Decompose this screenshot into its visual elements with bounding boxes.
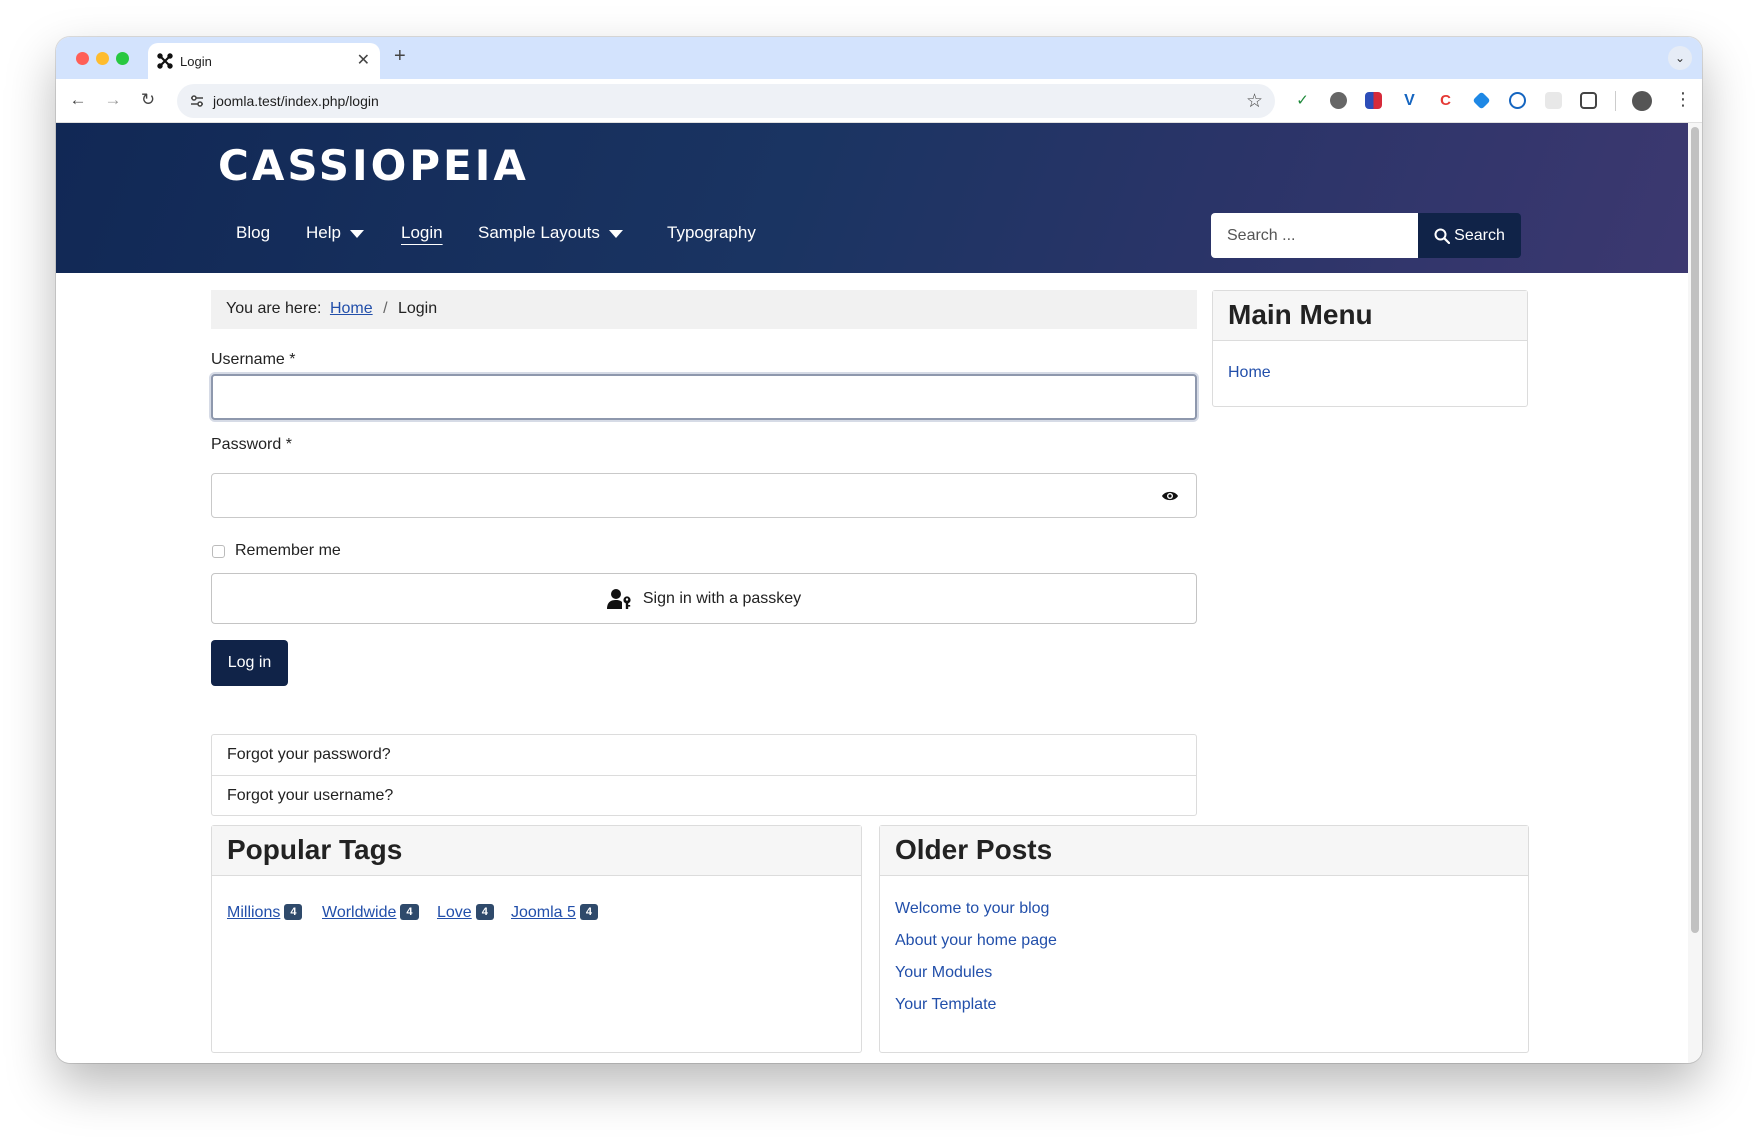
- popular-tags-card: Popular Tags Millions 4 Worldwide 4 Love 4 …: [211, 825, 862, 1053]
- tab-search-chevron-icon[interactable]: ⌄: [1668, 46, 1692, 70]
- nav-item-login[interactable]: Login: [401, 223, 443, 243]
- password-field[interactable]: [211, 473, 1144, 518]
- extension-check-icon[interactable]: [1330, 92, 1347, 109]
- browser-toolbar: ← → ↻ joomla.test/index.php/login ☆ ✓ V …: [56, 79, 1702, 123]
- site-header: CASSIOPEIA Blog Help Login Sample Layout…: [56, 123, 1688, 273]
- breadcrumb: You are here: Home / Login: [211, 290, 1197, 329]
- nav-item-help[interactable]: Help: [306, 223, 364, 243]
- extension-password-icon[interactable]: [1509, 92, 1526, 109]
- log-in-button-label: Log in: [227, 654, 272, 671]
- username-label: Username *: [211, 351, 296, 368]
- login-help-links: Forgot your password? Forgot your userna…: [211, 734, 1197, 816]
- tag-item[interactable]: Worldwide 4: [322, 904, 419, 922]
- site-info-icon[interactable]: [189, 93, 205, 109]
- chevron-down-icon: [349, 229, 364, 238]
- nav-item-typography[interactable]: Typography: [667, 223, 756, 243]
- bookmark-star-icon[interactable]: ☆: [1246, 90, 1263, 113]
- extension-grid-icon[interactable]: [1365, 92, 1382, 109]
- remember-me-label[interactable]: Remember me: [235, 542, 341, 560]
- tag-item[interactable]: Millions 4: [227, 904, 303, 922]
- passkey-button-label: Sign in with a passkey: [642, 589, 802, 607]
- search-icon: [1434, 228, 1451, 244]
- tag-count-badge: 4: [579, 904, 599, 920]
- forgot-password-link[interactable]: Forgot your password?: [212, 735, 1196, 775]
- scrollbar-thumb[interactable]: [1691, 127, 1699, 933]
- tag-item[interactable]: Joomla 54: [511, 904, 599, 922]
- reload-icon[interactable]: ↻: [136, 88, 160, 112]
- main-menu-item-home[interactable]: Home: [1228, 364, 1271, 382]
- tag-count-badge: 4: [475, 904, 494, 920]
- tag-item[interactable]: Love 4: [437, 904, 494, 922]
- older-posts-title: Older Posts: [880, 826, 1528, 876]
- joomla-favicon-icon: [157, 53, 173, 69]
- older-post-link[interactable]: Your Template: [895, 996, 996, 1014]
- maximize-window-button[interactable]: [116, 52, 129, 65]
- nav-item-blog[interactable]: Blog: [236, 223, 270, 243]
- extension-blank-icon[interactable]: [1545, 92, 1562, 109]
- breadcrumb-current: Login: [397, 300, 438, 317]
- breadcrumb-prefix: You are here:: [226, 300, 322, 317]
- older-post-link[interactable]: Welcome to your blog: [895, 900, 1049, 918]
- breadcrumb-home-link[interactable]: Home: [330, 300, 373, 317]
- address-bar[interactable]: joomla.test/index.php/login ☆: [177, 84, 1275, 118]
- password-label: Password *: [211, 436, 292, 453]
- page-viewport: CASSIOPEIA Blog Help Login Sample Layout…: [56, 123, 1688, 1063]
- search-input[interactable]: [1211, 213, 1418, 258]
- browser-window: Login ✕ + ⌄ ← → ↻ joomla.test/index.php/…: [56, 37, 1702, 1063]
- tag-count-badge: 4: [400, 904, 419, 920]
- browser-tab[interactable]: Login ✕: [148, 43, 380, 79]
- extension-vue-icon[interactable]: ✓: [1294, 92, 1311, 109]
- tag-link[interactable]: Love: [437, 904, 472, 921]
- chevron-down-icon: [608, 229, 623, 238]
- tag-link[interactable]: Joomla 5: [511, 904, 576, 921]
- remember-me-checkbox[interactable]: [212, 545, 225, 558]
- forward-arrow-icon[interactable]: →: [101, 88, 125, 112]
- show-password-button[interactable]: [1143, 473, 1197, 518]
- close-window-button[interactable]: [76, 52, 89, 65]
- tab-strip: Login ✕ + ⌄: [56, 37, 1702, 79]
- back-arrow-icon[interactable]: ←: [66, 88, 90, 112]
- extensions-puzzle-icon[interactable]: [1580, 92, 1597, 109]
- forgot-username-link[interactable]: Forgot your username?: [212, 775, 1196, 815]
- tag-link[interactable]: Worldwide: [322, 904, 396, 921]
- site-brand[interactable]: CASSIOPEIA: [218, 141, 529, 190]
- minimize-window-button[interactable]: [96, 52, 109, 65]
- profile-avatar[interactable]: [1632, 91, 1652, 111]
- username-field[interactable]: [211, 374, 1197, 420]
- breadcrumb-separator: /: [383, 300, 388, 317]
- url-text: joomla.test/index.php/login: [213, 93, 379, 109]
- log-in-button[interactable]: Log in: [211, 640, 288, 686]
- main-menu-title: Main Menu: [1213, 291, 1527, 341]
- tab-title: Login: [180, 54, 212, 69]
- eye-icon: [1161, 491, 1178, 500]
- browser-menu-icon[interactable]: ⋮: [1674, 89, 1692, 110]
- toolbar-divider: [1615, 91, 1616, 111]
- user-key-icon: [606, 588, 631, 609]
- extension-tag-icon[interactable]: [1472, 91, 1491, 110]
- new-tab-button[interactable]: +: [394, 45, 406, 68]
- page-scrollbar[interactable]: [1688, 123, 1702, 1063]
- older-post-link[interactable]: Your Modules: [895, 964, 992, 982]
- main-menu-card: Main Menu Home: [1212, 290, 1528, 407]
- tab-close-icon[interactable]: ✕: [357, 50, 370, 70]
- search-button-label: Search: [1454, 226, 1505, 244]
- older-posts-card: Older Posts Welcome to your blog About y…: [879, 825, 1529, 1053]
- extension-v-icon[interactable]: V: [1401, 92, 1418, 109]
- tag-count-badge: 4: [284, 904, 303, 920]
- search-button[interactable]: Search: [1418, 213, 1521, 258]
- extension-c-icon[interactable]: C: [1437, 92, 1454, 109]
- tag-link[interactable]: Millions: [227, 904, 280, 921]
- older-post-link[interactable]: About your home page: [895, 932, 1057, 950]
- popular-tags-title: Popular Tags: [212, 826, 861, 876]
- passkey-sign-in-button[interactable]: Sign in with a passkey: [211, 573, 1197, 624]
- nav-item-sample-layouts[interactable]: Sample Layouts: [478, 223, 623, 243]
